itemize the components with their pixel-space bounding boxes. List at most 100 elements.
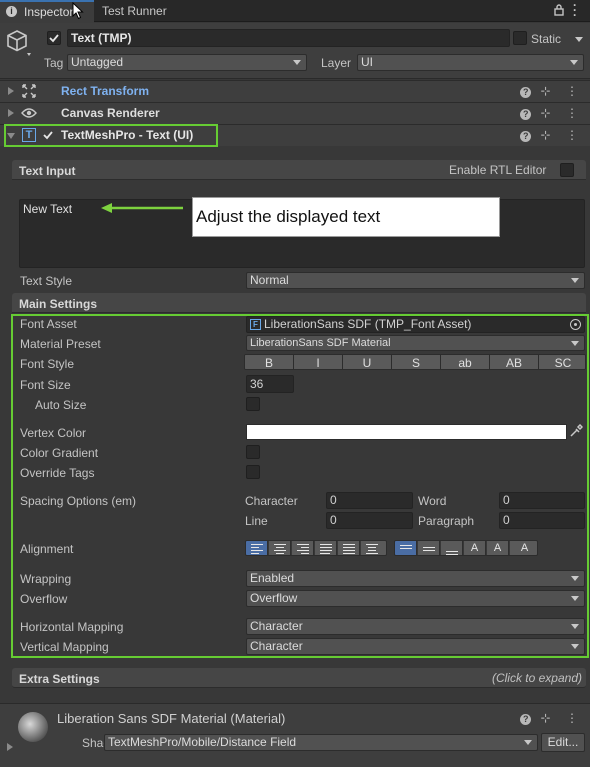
align-right-icon[interactable] [292,541,314,555]
horizontal-alignment-group [245,540,387,556]
align-midline-icon[interactable]: A [487,541,509,555]
word-spacing-input[interactable]: 0 [499,492,585,509]
lock-icon[interactable] [554,4,564,19]
fold-arrow-icon[interactable] [7,743,13,751]
gameobject-cube-icon[interactable] [6,29,32,60]
overflow-label: Overflow [20,592,68,606]
align-top-icon[interactable] [395,541,417,555]
align-flush-icon[interactable] [338,541,360,555]
font-style-bold-button[interactable]: B [245,355,294,369]
vertical-mapping-dropdown[interactable]: Character [246,638,585,655]
layer-dropdown[interactable]: UI [357,54,584,71]
paragraph-spacing-value: 0 [503,513,510,527]
text-style-value: Normal [250,273,289,287]
align-geometry-center-icon[interactable] [361,541,386,555]
tag-dropdown[interactable]: Untagged [67,54,307,71]
active-checkbox[interactable] [47,31,61,45]
fold-arrow-icon[interactable] [8,109,14,117]
sliders-icon[interactable]: ⊹ [541,128,557,142]
font-style-italic-button[interactable]: I [294,355,343,369]
font-style-uppercase-button[interactable]: AB [490,355,539,369]
align-capline-icon[interactable]: A [510,541,537,555]
material-header-icons[interactable]: ? ⊹ ⋮ [520,711,584,725]
text-input-value: New Text [23,202,73,216]
sliders-icon[interactable]: ⊹ [541,711,557,725]
material-preset-label: Material Preset [20,337,101,351]
rect-transform-title: Rect Transform [61,84,150,98]
material-preset-dropdown[interactable]: LiberationSans SDF Material [246,335,585,351]
paragraph-spacing-label: Paragraph [418,514,475,528]
extra-settings-title: Extra Settings [19,672,100,686]
more-menu-icon[interactable]: ⋮ [566,128,584,142]
horizontal-mapping-dropdown[interactable]: Character [246,618,585,635]
more-menu-icon[interactable]: ⋮ [566,84,584,98]
shader-dropdown[interactable]: TextMeshPro/Mobile/Distance Field [104,734,538,751]
object-name-input[interactable]: Text (TMP) [67,29,510,47]
sliders-icon[interactable]: ⊹ [541,84,557,98]
tag-label: Tag [44,56,64,70]
paragraph-spacing-input[interactable]: 0 [499,512,585,529]
color-gradient-checkbox[interactable] [246,445,260,459]
component-canvas-renderer[interactable]: Canvas Renderer ? ⊹ ⋮ [0,102,590,124]
font-style-strikethrough-button[interactable]: S [392,355,441,369]
help-icon[interactable]: ? [520,109,532,120]
override-tags-label: Override Tags [20,466,95,480]
font-asset-field[interactable]: F LiberationSans SDF (TMP_Font Asset) [246,316,585,333]
align-left-icon[interactable] [246,541,268,555]
fold-arrow-icon[interactable] [8,87,14,95]
component-header-icons[interactable]: ? ⊹ ⋮ [520,106,584,120]
font-size-input[interactable]: 36 [246,375,294,393]
more-menu-icon[interactable]: ⋮ [566,711,584,725]
object-picker-icon[interactable] [570,319,581,330]
line-spacing-input[interactable]: 0 [326,512,413,529]
help-icon[interactable]: ? [520,87,532,98]
component-rect-transform[interactable]: Rect Transform ? ⊹ ⋮ [0,80,590,102]
help-icon[interactable]: ? [520,131,532,142]
text-input-header[interactable]: Text Input Enable RTL Editor [12,160,586,180]
font-style-underline-button[interactable]: U [343,355,392,369]
sliders-icon[interactable]: ⊹ [541,106,557,120]
wrapping-value: Enabled [250,571,295,585]
vertex-color-swatch[interactable] [246,424,567,440]
component-header-icons[interactable]: ? ⊹ ⋮ [520,84,584,98]
auto-size-label: Auto Size [35,398,87,412]
material-section: Liberation Sans SDF Material (Material) … [0,703,590,767]
font-asset-label: Font Asset [20,317,77,331]
eye-icon [21,107,37,122]
callout-text: Adjust the displayed text [196,207,381,226]
highlight-textmeshpro-header [4,124,218,147]
shader-edit-button[interactable]: Edit... [541,733,585,752]
component-header-icons[interactable]: ? ⊹ ⋮ [520,128,584,142]
more-menu-icon[interactable]: ⋮ [566,106,584,120]
align-center-icon[interactable] [269,541,291,555]
shader-value: TextMeshPro/Mobile/Distance Field [108,735,297,749]
align-bottom-icon[interactable] [441,541,463,555]
static-checkbox[interactable] [513,31,527,45]
layer-label: Layer [321,56,352,70]
eyedropper-icon[interactable] [569,423,584,441]
horizontal-mapping-value: Character [250,619,303,633]
align-baseline-icon[interactable]: A [464,541,486,555]
text-style-dropdown[interactable]: Normal [246,272,585,289]
more-menu-icon[interactable]: · · · [573,0,577,21]
auto-size-checkbox[interactable] [246,397,260,411]
callout-arrow-icon [100,202,184,217]
static-dropdown-arrow-icon[interactable] [575,37,583,42]
overflow-dropdown[interactable]: Overflow [246,590,585,607]
main-settings-header[interactable]: Main Settings [12,293,586,313]
character-spacing-input[interactable]: 0 [326,492,413,509]
align-middle-icon[interactable] [418,541,440,555]
tab-test-runner[interactable]: Test Runner [95,0,185,22]
extra-settings-header[interactable]: Extra Settings (Click to expand) [12,668,586,688]
wrapping-dropdown[interactable]: Enabled [246,570,585,587]
layer-value: UI [361,55,373,69]
font-style-lowercase-button[interactable]: ab [441,355,490,369]
word-spacing-label: Word [418,494,447,508]
font-style-smallcaps-button[interactable]: SC [539,355,585,369]
align-justified-icon[interactable] [315,541,337,555]
override-tags-checkbox[interactable] [246,465,260,479]
rtl-editor-checkbox[interactable] [560,163,574,177]
callout-box: Adjust the displayed text [192,197,500,237]
word-spacing-value: 0 [503,493,510,507]
help-icon[interactable]: ? [520,714,532,725]
